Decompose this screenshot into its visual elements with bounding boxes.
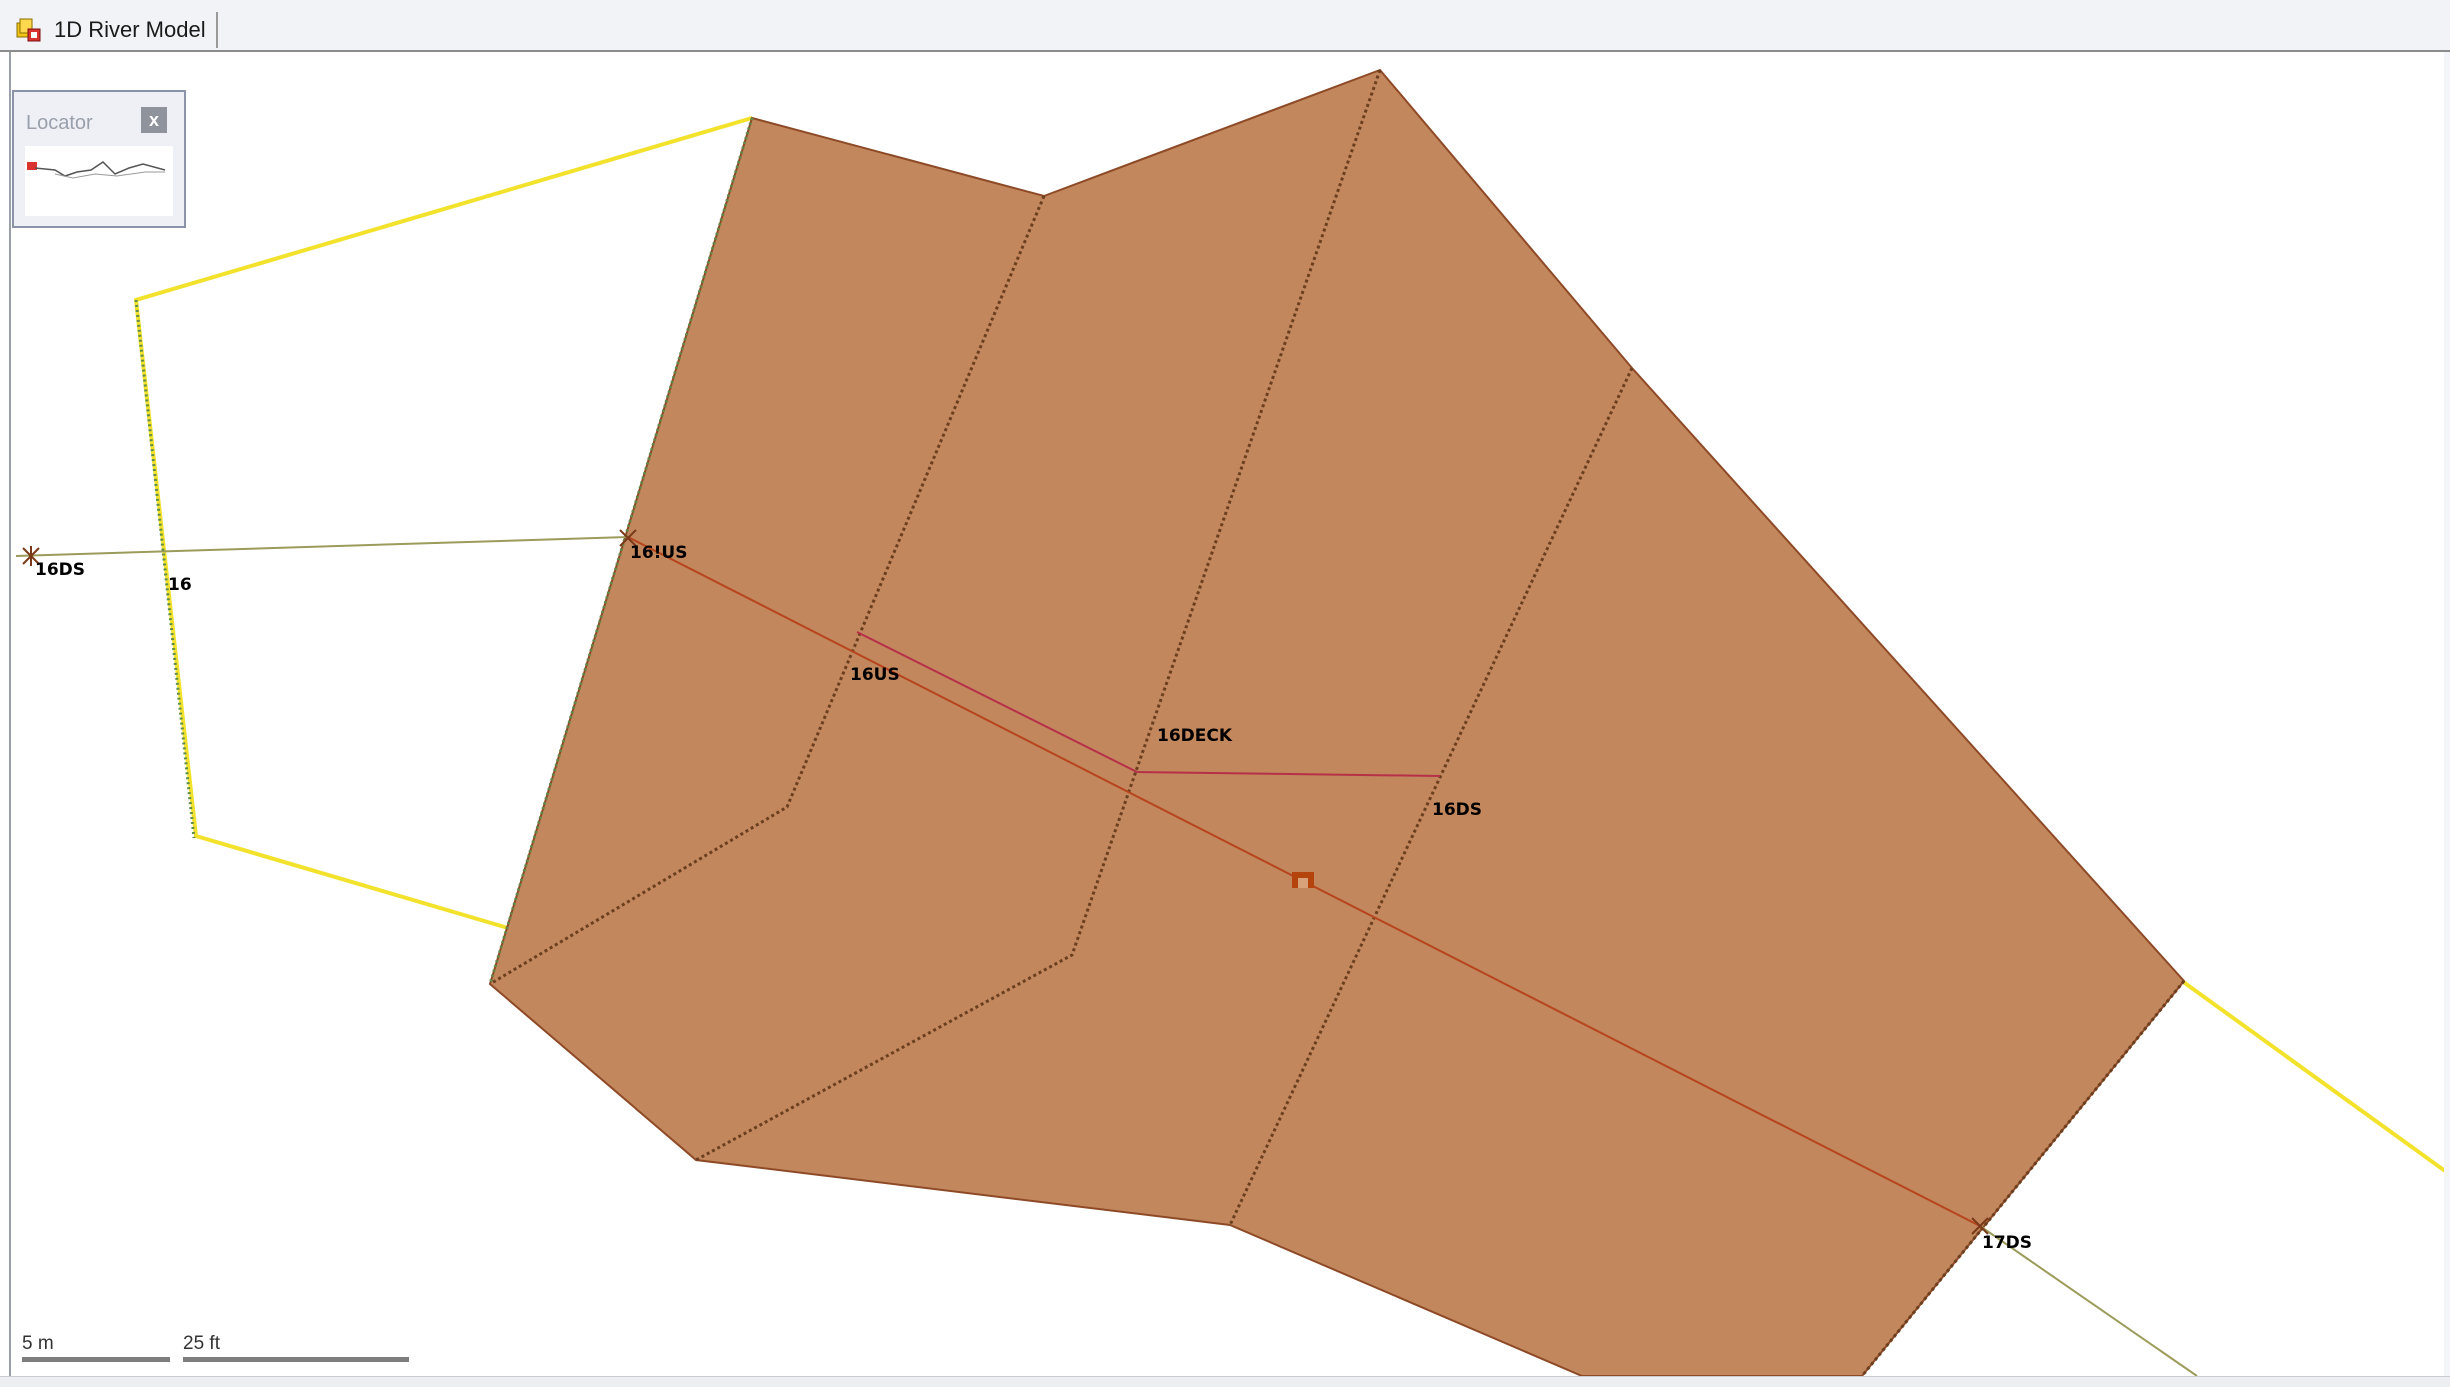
scale-metric-label: 5 m	[22, 1333, 54, 1354]
scale-imperial-label: 25 ft	[183, 1333, 220, 1354]
tab-1d-river-model[interactable]: 1D River Model	[14, 12, 218, 48]
structure-polygon[interactable]	[488, 68, 2186, 1376]
river-model-icon	[16, 18, 41, 42]
label-16ds-left: 16DS	[35, 560, 85, 580]
reach-line-upstream[interactable]	[15, 536, 629, 557]
label-16us: 16US	[850, 665, 900, 685]
label-16ius: 16!US	[630, 543, 687, 563]
label-17ds: 17DS	[1982, 1233, 2032, 1253]
bridge-structure-icon[interactable]	[1292, 872, 1314, 888]
scale-metric-bar	[22, 1357, 170, 1362]
document-tab-bar: 1D River Model	[0, 0, 2450, 52]
map-canvas[interactable]: 16DS 16 16!US 16US 16DECK 16DS 17DS	[11, 52, 2450, 1376]
locator-panel[interactable]: Locator x	[12, 90, 186, 228]
scale-imperial-bar	[183, 1357, 409, 1362]
locator-overview-map[interactable]	[25, 146, 173, 216]
label-16deck: 16DECK	[1157, 726, 1233, 746]
label-16ds: 16DS	[1432, 800, 1482, 820]
locator-title: Locator	[26, 112, 93, 134]
tab-title: 1D River Model	[54, 17, 206, 42]
map-view[interactable]: 16DS 16 16!US 16US 16DECK 16DS 17DS	[9, 52, 2450, 1376]
right-bank-line[interactable]	[2180, 979, 2450, 1178]
label-16: 16	[168, 575, 192, 595]
close-icon[interactable]: x	[141, 107, 167, 133]
status-strip	[0, 1376, 2450, 1387]
map-right-edge	[2444, 52, 2450, 1376]
